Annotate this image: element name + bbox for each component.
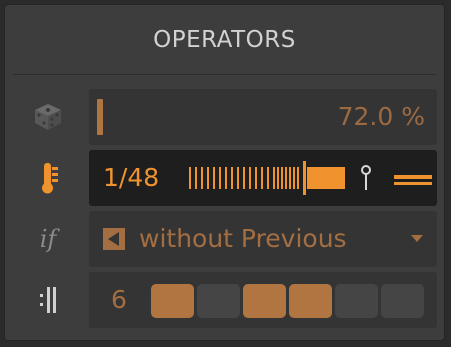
slider-tick bbox=[267, 167, 269, 189]
thermometer-icon[interactable] bbox=[11, 150, 85, 206]
slider-tick bbox=[207, 167, 209, 189]
slider-tick bbox=[225, 167, 227, 189]
slider-tick bbox=[255, 167, 257, 189]
slider-tick bbox=[201, 167, 203, 189]
pattern-steps bbox=[151, 284, 424, 318]
pattern-step-4[interactable] bbox=[289, 284, 332, 318]
panel-title: OPERATORS bbox=[5, 5, 444, 75]
pin-icon[interactable] bbox=[359, 164, 373, 192]
repeat-bars-icon bbox=[11, 272, 85, 328]
slider-tick bbox=[261, 167, 263, 189]
previous-arrow-icon bbox=[103, 228, 125, 250]
slider-tick bbox=[293, 167, 295, 189]
pattern-count: 6 bbox=[111, 285, 127, 314]
slider-tick bbox=[231, 167, 233, 189]
pattern-step-6[interactable] bbox=[381, 284, 424, 318]
chance-field[interactable]: 72.0 % bbox=[89, 89, 437, 145]
slider-tick bbox=[189, 167, 191, 189]
pattern-step-3[interactable] bbox=[243, 284, 286, 318]
pattern-step-1[interactable] bbox=[151, 284, 194, 318]
slider-fill bbox=[307, 167, 345, 189]
slider-tick bbox=[237, 167, 239, 189]
slider-tick bbox=[213, 167, 215, 189]
slider-tick bbox=[243, 167, 245, 189]
ratio-slider[interactable] bbox=[189, 161, 345, 195]
chance-level-bar bbox=[97, 99, 103, 135]
slider-tick bbox=[281, 167, 283, 189]
chance-value: 72.0 % bbox=[337, 102, 425, 131]
slider-tick bbox=[195, 167, 197, 189]
pattern-step-2[interactable] bbox=[197, 284, 240, 318]
ratio-value: 1/48 bbox=[103, 163, 160, 192]
slider-marker[interactable] bbox=[303, 161, 306, 195]
condition-dropdown[interactable]: without Previous bbox=[89, 211, 437, 267]
ratio-field[interactable]: 1/48 bbox=[89, 150, 437, 206]
operators-panel: OPERATORS 72.0 % 1/48 if without Previou… bbox=[4, 4, 445, 341]
chevron-down-icon[interactable] bbox=[411, 235, 423, 242]
slider-tick bbox=[277, 167, 279, 189]
slider-tick bbox=[273, 167, 275, 189]
minus-icon[interactable] bbox=[394, 167, 432, 189]
slider-tick bbox=[297, 167, 299, 189]
condition-value: without Previous bbox=[139, 224, 347, 253]
slider-tick bbox=[249, 167, 251, 189]
if-icon: if bbox=[39, 225, 57, 253]
slider-tick bbox=[289, 167, 291, 189]
slider-tick bbox=[219, 167, 221, 189]
pattern-step-5[interactable] bbox=[335, 284, 378, 318]
pattern-field[interactable]: 6 bbox=[89, 272, 437, 328]
dice-icon[interactable] bbox=[11, 89, 85, 145]
slider-tick bbox=[285, 167, 287, 189]
